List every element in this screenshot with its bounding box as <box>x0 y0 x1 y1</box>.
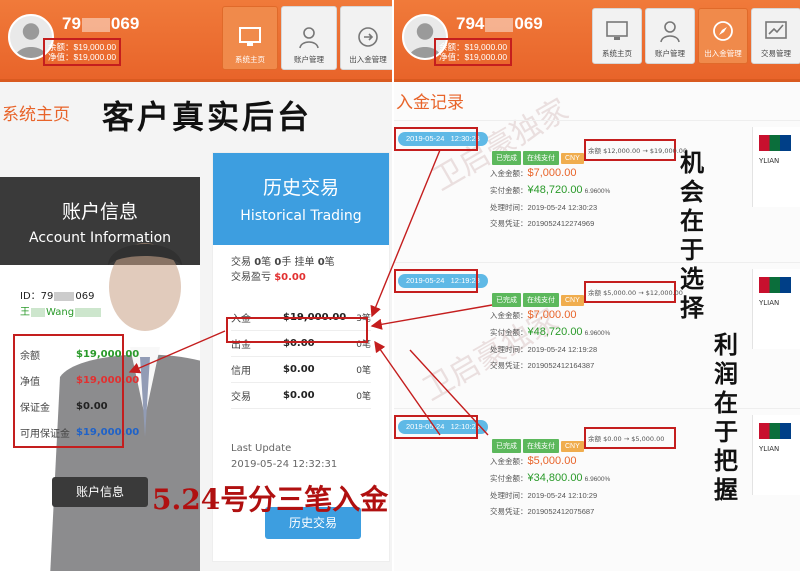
record-tags: 已完成 在线支付 CNY <box>492 433 586 453</box>
status-badge: 已完成 <box>492 151 521 165</box>
highlight-datetime <box>394 127 478 151</box>
caption-real-backend: 客户真实后台 <box>102 98 313 136</box>
right-screenshot: 794 069 余额：$19,000.00 净值：$19,000.00 系统主页 … <box>394 0 800 571</box>
balance-line: 余额：$19,000.00 <box>48 42 117 52</box>
balance-summary: 余额：$19,000.00 净值：$19,000.00 <box>43 38 122 66</box>
top-nav: 系统主页 账户管理 出入金管理 <box>222 6 392 70</box>
balance-change: 余额 $5,000.00 → $12,000.00 <box>588 289 683 297</box>
history-summary: 交易 0笔 0手 挂单 0笔 交易盈亏 $0.00 <box>213 245 389 295</box>
history-card-title-cn: 历史交易 <box>262 177 339 199</box>
vertical-slogan-2: 利润在于把握 <box>714 330 738 504</box>
history-row: 信用 $0.00 0笔 <box>231 357 371 383</box>
balance-change: 余额 $12,000.00 → $19,000.00 <box>588 147 688 155</box>
record-tags: 已完成 在线支付 CNY <box>492 145 586 165</box>
account-number-right: 794 069 <box>456 14 543 33</box>
trade-count-line: 交易 0笔 0手 挂单 0笔 <box>231 257 335 268</box>
history-row-value: $0.00 <box>283 390 315 401</box>
status-badge: CNY <box>561 153 584 164</box>
nav-home-right[interactable]: 系统主页 <box>592 8 642 64</box>
history-row: 交易 $0.00 0笔 <box>231 383 371 409</box>
caption-three-deposits: 5.24号分三笔入金 <box>152 483 389 516</box>
left-screenshot: 79 069 余额：$19,000.00 净值：$19,000.00 系统主页 账… <box>0 0 392 571</box>
status-badge: 在线支付 <box>523 439 559 453</box>
highlight-datetime <box>394 415 478 439</box>
nav-funds[interactable]: 出入金管理 <box>340 6 392 70</box>
unionpay-logo-icon <box>759 423 791 439</box>
last-update-label: Last Update <box>231 443 292 454</box>
last-update-time: 2019-05-24 12:32:31 <box>231 459 338 470</box>
history-row-count: 0笔 <box>356 392 371 402</box>
balance-change: 余额 $0.00 → $5,000.00 <box>588 435 665 443</box>
user-icon <box>299 27 319 49</box>
bank-card: YLIAN <box>752 269 800 349</box>
monitor-icon <box>606 21 628 40</box>
record-details: 入金金额：$7,000.00 实付金额：¥48,720.00 6.9600% 处理时… <box>490 309 611 370</box>
account-number: 79 069 <box>62 14 140 33</box>
monitor-icon <box>239 27 261 46</box>
history-row-value: $0.00 <box>283 364 315 375</box>
history-rows: 入金 $19,000.00 3笔 出金 $0.00 0笔 信用 $0.00 0笔 交易 $0.00 0… <box>213 295 389 409</box>
nav-trading-right[interactable]: 交易管理 <box>751 8 800 64</box>
history-row-count: 0笔 <box>356 366 371 376</box>
unionpay-logo-icon <box>759 135 791 151</box>
highlight-account-values <box>13 334 124 448</box>
header-bar-right: 794 069 余额：$19,000.00 净值：$19,000.00 系统主页 … <box>394 0 800 82</box>
status-badge: 已完成 <box>492 439 521 453</box>
nav-home[interactable]: 系统主页 <box>222 6 278 70</box>
history-row-label: 信用 <box>231 366 251 377</box>
nav-funds-right[interactable]: 出入金管理 <box>698 8 748 64</box>
status-badge: 在线支付 <box>523 293 559 307</box>
status-badge: 已完成 <box>492 293 521 307</box>
top-nav-right: 系统主页 账户管理 出入金管理 交易管理 <box>592 8 800 64</box>
deposit-record[interactable]: 2019-05-24 12:30:23 已完成 在线支付 CNY 余额 $12,000.… <box>394 120 800 248</box>
nav-account[interactable]: 账户管理 <box>281 6 337 70</box>
section-title: 系统主页 <box>2 105 70 124</box>
record-details: 入金金额：$5,000.00 实付金额：¥34,800.00 6.9600% 处理时… <box>490 455 611 516</box>
balance-summary-right: 余额：$19,000.00 净值：$19,000.00 <box>434 38 513 66</box>
status-badge: 在线支付 <box>523 151 559 165</box>
chart-icon <box>765 21 787 39</box>
account-info-button[interactable]: 账户信息 <box>52 477 148 507</box>
status-badge: CNY <box>561 295 584 306</box>
compass-icon <box>713 21 733 41</box>
history-row-label: 交易 <box>231 392 251 403</box>
record-details: 入金金额：$7,000.00 实付金额：¥48,720.00 6.9600% 处理时… <box>490 167 611 228</box>
bank-card: YLIAN <box>752 127 800 207</box>
record-tags: 已完成 在线支付 CNY <box>492 287 586 307</box>
vertical-slogan-1: 机会在于选择 <box>680 148 704 322</box>
highlight-datetime <box>394 269 478 293</box>
status-badge: CNY <box>561 441 584 452</box>
bank-card: YLIAN <box>752 415 800 495</box>
history-card-title-en: Historical Trading <box>240 208 362 224</box>
transfer-icon <box>358 27 378 47</box>
user-icon <box>660 21 680 43</box>
account-id: ID：79 069 <box>20 291 95 302</box>
section-title-right: 入金记录 <box>396 93 464 112</box>
profit-line: 交易盈亏 $0.00 <box>231 272 306 283</box>
unionpay-logo-icon <box>759 277 791 293</box>
equity-line: 净值：$19,000.00 <box>48 52 117 62</box>
highlight-deposit-row <box>226 317 368 343</box>
header-bar: 79 069 余额：$19,000.00 净值：$19,000.00 系统主页 账… <box>0 0 392 82</box>
nav-account-right[interactable]: 账户管理 <box>645 8 695 64</box>
account-name: 王 Wang <box>20 303 102 318</box>
